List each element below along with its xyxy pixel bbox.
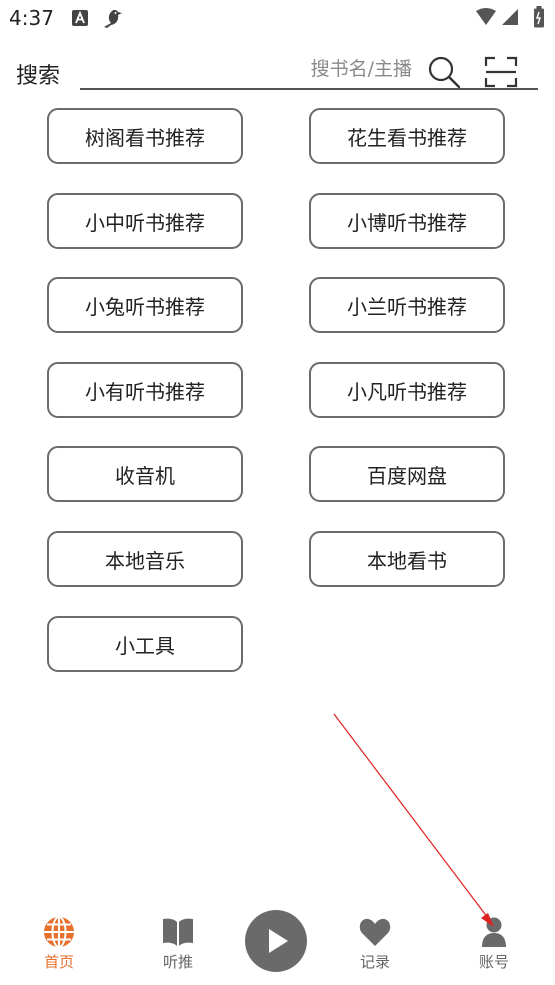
local-books-button[interactable]: 本地看书 <box>309 531 505 587</box>
nav-history-label: 记录 <box>359 953 390 971</box>
xiaozhong-recommend-button[interactable]: 小中听书推荐 <box>47 193 243 249</box>
globe-icon <box>44 916 74 948</box>
wifi-icon <box>476 8 496 25</box>
status-bar: 4:37 <box>0 0 555 38</box>
nav-account[interactable]: 账号 <box>454 915 534 977</box>
bird-notification-icon <box>104 9 122 28</box>
huasheng-recommend-button[interactable]: 花生看书推荐 <box>309 108 505 164</box>
nav-listen-recommend[interactable]: 听推 <box>138 915 218 977</box>
play-button[interactable] <box>245 910 307 972</box>
nav-history[interactable]: 记录 <box>335 915 415 977</box>
bottom-nav: 首页 听推 记录 账号 <box>0 900 555 985</box>
xiaobo-recommend-button[interactable]: 小博听书推荐 <box>309 193 505 249</box>
tools-button[interactable]: 小工具 <box>47 616 243 672</box>
xiaotu-recommend-button[interactable]: 小兔听书推荐 <box>47 277 243 333</box>
play-icon <box>269 929 288 953</box>
signal-icon <box>502 9 518 25</box>
xiaoyou-recommend-button[interactable]: 小有听书推荐 <box>47 362 243 418</box>
nav-home-label: 首页 <box>43 953 74 971</box>
nav-account-label: 账号 <box>478 953 509 971</box>
nav-home[interactable]: 首页 <box>19 915 99 977</box>
heart-icon <box>359 918 391 946</box>
shuge-recommend-button[interactable]: 树阁看书推荐 <box>47 108 243 164</box>
app-notification-icon <box>72 10 88 26</box>
person-icon <box>482 917 506 947</box>
status-time: 4:37 <box>9 6 54 30</box>
book-icon <box>163 918 193 946</box>
scan-icon[interactable] <box>484 55 518 89</box>
search-input[interactable] <box>80 50 538 90</box>
baidu-pan-button[interactable]: 百度网盘 <box>309 446 505 502</box>
battery-icon <box>534 6 544 28</box>
radio-button[interactable]: 收音机 <box>47 446 243 502</box>
nav-listen-recommend-label: 听推 <box>162 953 193 971</box>
search-label: 搜索 <box>16 64 61 89</box>
search-icon[interactable] <box>426 54 462 90</box>
xiaolan-recommend-button[interactable]: 小兰听书推荐 <box>309 277 505 333</box>
search-bar: 搜索 <box>0 50 555 95</box>
xiaofan-recommend-button[interactable]: 小凡听书推荐 <box>309 362 505 418</box>
local-music-button[interactable]: 本地音乐 <box>47 531 243 587</box>
